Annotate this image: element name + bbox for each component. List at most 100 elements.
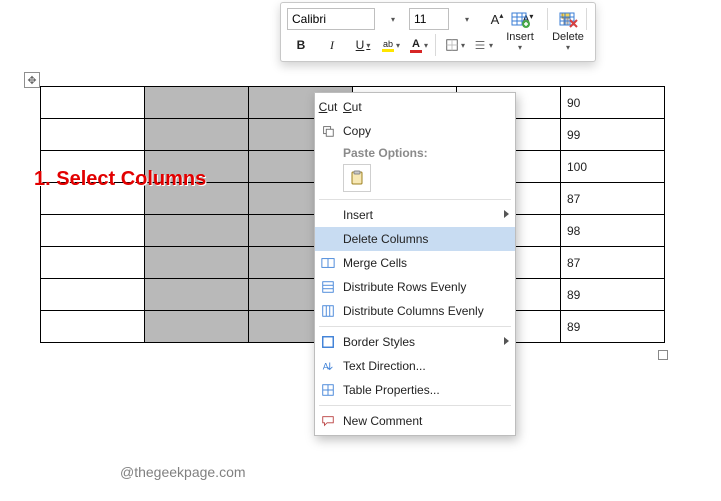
table-cell[interactable]	[41, 183, 145, 215]
ctx-merge-cells-label: Merge Cells	[343, 256, 407, 270]
ctx-cut[interactable]: Cut Cut	[315, 95, 515, 119]
chevron-down-icon: ▾	[489, 41, 493, 50]
align-button[interactable]: ▾	[469, 33, 494, 57]
ctx-distribute-rows-label: Distribute Rows Evenly	[343, 280, 466, 294]
table-cell[interactable]: 87	[561, 183, 665, 215]
table-cell[interactable]	[41, 119, 145, 151]
table-cell[interactable]: 90	[561, 87, 665, 119]
ctx-paste-options-label: Paste Options:	[315, 143, 515, 162]
ctx-distribute-rows[interactable]: Distribute Rows Evenly	[315, 275, 515, 299]
highlight-color-bar	[382, 49, 394, 52]
table-cell-selected[interactable]	[145, 215, 249, 247]
ctx-new-comment[interactable]: New Comment	[315, 409, 515, 433]
table-cell[interactable]: 89	[561, 279, 665, 311]
bold-button[interactable]: B	[287, 33, 315, 57]
table-cell-selected[interactable]	[145, 151, 249, 183]
font-name-dropdown[interactable]: ▾	[378, 7, 406, 31]
chevron-down-icon: ▾	[566, 43, 570, 52]
cell-value: 89	[561, 284, 664, 306]
chevron-down-icon: ▾	[518, 43, 522, 52]
distribute-cols-icon	[319, 302, 337, 320]
ctx-border-styles-label: Border Styles	[343, 335, 415, 349]
table-cell[interactable]	[41, 215, 145, 247]
cell-value: 100	[561, 156, 664, 178]
highlight-button[interactable]: ab ▾	[377, 33, 402, 57]
table-cell[interactable]	[41, 151, 145, 183]
font-name-input[interactable]	[287, 8, 375, 30]
table-cell[interactable]: 100	[561, 151, 665, 183]
chevron-down-icon: ▾	[391, 15, 395, 24]
chevron-down-icon: ▾	[396, 41, 400, 50]
delete-button[interactable]: Delete ▾	[545, 7, 591, 55]
underline-icon: U	[356, 38, 365, 52]
ctx-table-properties-label: Table Properties...	[343, 383, 440, 397]
table-cell[interactable]	[41, 247, 145, 279]
delete-button-label: Delete	[552, 31, 584, 43]
font-color-bar	[410, 50, 422, 53]
border-styles-icon	[319, 333, 337, 351]
ctx-cut-label-hotkey: C	[343, 100, 352, 114]
ctx-new-comment-label: New Comment	[343, 414, 422, 428]
bold-icon: B	[297, 38, 306, 52]
ctx-table-properties[interactable]: Table Properties...	[315, 378, 515, 402]
table-cell[interactable]: 89	[561, 311, 665, 343]
svg-text:A: A	[323, 362, 329, 372]
table-cell-selected[interactable]	[145, 279, 249, 311]
ctx-delete-columns-label: Delete Columns	[343, 232, 428, 246]
font-color-button[interactable]: A ▾	[405, 33, 430, 57]
align-icon	[473, 38, 487, 52]
borders-icon	[445, 38, 459, 52]
ctx-distribute-cols-label: Distribute Columns Evenly	[343, 304, 484, 318]
cell-value: 87	[561, 188, 664, 210]
font-size-input[interactable]	[409, 8, 449, 30]
highlight-icon: ab	[383, 39, 393, 49]
blank-icon	[319, 206, 337, 224]
chevron-down-icon: ▾	[366, 41, 370, 50]
table-cell-selected[interactable]	[145, 183, 249, 215]
ctx-separator	[319, 405, 511, 406]
ctx-border-styles[interactable]: Border Styles	[315, 330, 515, 354]
table-cell[interactable]: 87	[561, 247, 665, 279]
ctx-insert[interactable]: Insert	[315, 203, 515, 227]
cell-value: 98	[561, 220, 664, 242]
table-cell[interactable]	[41, 311, 145, 343]
table-cell-selected[interactable]	[145, 119, 249, 151]
comment-icon	[319, 412, 337, 430]
cell-value: 99	[561, 124, 664, 146]
insert-button[interactable]: Insert ▾	[497, 7, 543, 55]
clipboard-icon	[349, 170, 365, 186]
ctx-text-direction[interactable]: A Text Direction...	[315, 354, 515, 378]
ctx-copy-label: Copy	[343, 124, 371, 138]
ctx-cut-label-rest: t	[358, 100, 361, 114]
table-cell-selected[interactable]	[145, 247, 249, 279]
distribute-rows-icon	[319, 278, 337, 296]
submenu-arrow-icon	[504, 337, 509, 345]
chevron-down-icon: ▾	[424, 41, 428, 50]
table-resize-handle[interactable]	[658, 350, 668, 360]
borders-button[interactable]: ▾	[441, 33, 466, 57]
ctx-paste-options	[315, 162, 515, 196]
ctx-distribute-cols[interactable]: Distribute Columns Evenly	[315, 299, 515, 323]
font-color-icon: A	[412, 38, 420, 50]
ctx-separator	[319, 326, 511, 327]
italic-button[interactable]: I	[318, 33, 346, 57]
ctx-copy[interactable]: Copy	[315, 119, 515, 143]
table-cell[interactable]	[41, 279, 145, 311]
table-cell[interactable]: 98	[561, 215, 665, 247]
table-properties-icon	[319, 381, 337, 399]
credit-text: @thegeekpage.com	[120, 464, 246, 480]
blank-icon	[319, 230, 337, 248]
toolbar-separator	[435, 34, 436, 56]
table-cell[interactable]	[41, 87, 145, 119]
table-cell-selected[interactable]	[145, 87, 249, 119]
font-size-dropdown[interactable]: ▾	[452, 7, 480, 31]
table-move-handle[interactable]: ✥	[24, 72, 40, 88]
ctx-paste-keep-source[interactable]	[343, 164, 371, 192]
ctx-merge-cells[interactable]: Merge Cells	[315, 251, 515, 275]
table-cell-selected[interactable]	[145, 311, 249, 343]
text-direction-icon: A	[319, 357, 337, 375]
context-menu: Cut Cut Copy Paste Options: Insert Delet…	[314, 92, 516, 436]
underline-button[interactable]: U▾	[349, 33, 374, 57]
ctx-delete-columns[interactable]: Delete Columns	[315, 227, 515, 251]
table-cell[interactable]: 99	[561, 119, 665, 151]
